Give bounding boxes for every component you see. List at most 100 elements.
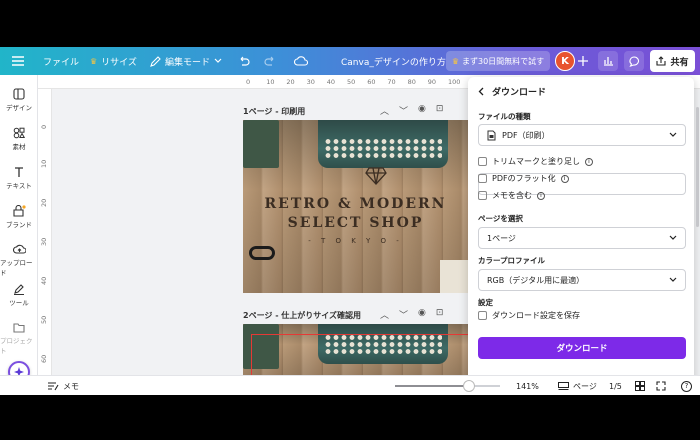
cloud-save-status[interactable] (294, 47, 308, 75)
file-type-select[interactable]: PDF（印刷） (478, 124, 686, 146)
text-icon (15, 167, 23, 177)
chevron-down-icon[interactable]: ﹀ (399, 104, 408, 117)
free-trial-button[interactable]: ♛ まず30日間無料で試す (446, 51, 550, 71)
hamburger-icon (12, 56, 24, 66)
ruler-tick-label: 0 (246, 78, 251, 86)
zoom-slider-fill (395, 385, 469, 387)
menu-button[interactable] (12, 47, 24, 75)
chevron-down-icon (214, 58, 222, 63)
zoom-slider-handle[interactable] (462, 380, 475, 392)
sidebar-item-label: プロジェクト (0, 337, 33, 355)
ruler-tick-label: 0 (40, 124, 48, 129)
page-2-label[interactable]: 2ページ - 仕上がりサイズ確認用 (243, 310, 361, 321)
ruler-tick-label: 100 (448, 78, 461, 86)
back-chevron-icon[interactable] (478, 87, 484, 96)
chevron-up-icon[interactable]: ︿ (380, 104, 389, 117)
redo-button[interactable] (264, 47, 276, 75)
pages-icon (558, 381, 569, 390)
fullscreen-button[interactable] (656, 376, 666, 395)
sidebar-item-label: 素材 (12, 143, 26, 151)
info-icon[interactable]: i (560, 174, 569, 183)
lock-icon[interactable]: ⊡ (436, 308, 444, 321)
download-button[interactable]: ダウンロード (478, 337, 686, 359)
notes-button[interactable]: メモ (48, 376, 79, 395)
ruler-tick-label: 10 (266, 78, 275, 86)
eye-icon[interactable]: ◉ (418, 308, 426, 321)
lock-icon[interactable]: ⊡ (436, 104, 444, 117)
document-title[interactable]: Canva_デザインの作り方 (341, 47, 446, 75)
checkbox[interactable] (478, 157, 487, 166)
resize-button[interactable]: ♛ リサイズ (90, 47, 137, 75)
checkbox[interactable] (478, 174, 487, 183)
ruler-tick-label: 60 (40, 354, 48, 363)
eye-icon[interactable]: ◉ (418, 104, 426, 117)
zoom-level[interactable]: 141% (516, 376, 539, 395)
help-button[interactable]: ? (681, 376, 692, 395)
option-include-notes[interactable]: メモを含む i (478, 190, 545, 201)
page-2-controls: ︿ ﹀ ◉ ⊡ (380, 308, 443, 321)
color-profile-select[interactable]: RGB（デジタル用に最適） (478, 269, 686, 291)
zoom-slider[interactable] (395, 380, 500, 392)
grid-view-button[interactable] (635, 376, 645, 395)
panel-title: ダウンロード (492, 88, 547, 98)
chevron-up-icon[interactable]: ︿ (380, 308, 389, 321)
ruler-tick-label: 50 (347, 78, 356, 86)
trim-guide-line (251, 334, 468, 335)
top-toolbar: ファイル ♛ リサイズ 編集モード Canva_デザインの作り方 ♛ まず30日… (0, 47, 700, 75)
sidebar-item-brand[interactable]: ブランド (0, 205, 38, 229)
undo-button[interactable] (238, 47, 250, 75)
chevron-down-icon[interactable]: ﹀ (399, 308, 408, 321)
page-1-label[interactable]: 1ページ - 印刷用 (243, 106, 305, 117)
file-type-heading: ファイルの種類 (478, 112, 531, 121)
page-1-canvas[interactable]: RETRO & MODERN SELECT SHOP - T O K Y O - (243, 120, 468, 293)
sidebar-item-tools[interactable]: ツール (0, 283, 38, 307)
sidebar-item-label: デザイン (6, 104, 32, 112)
option-save-settings[interactable]: ダウンロード設定を保存 (478, 310, 580, 321)
ruler-tick-label: 20 (40, 198, 48, 207)
crown-icon: ♛ (451, 56, 459, 66)
page-select[interactable]: 1ページ (478, 227, 686, 249)
checkbox[interactable] (478, 311, 487, 320)
brand-icon (12, 205, 26, 217)
sidebar-item-projects[interactable]: プロジェクト (0, 322, 38, 355)
notes-icon (48, 381, 59, 390)
color-profile-heading: カラープロファイル (478, 256, 546, 265)
option-trim-marks[interactable]: トリムマークと塗り足し i (478, 156, 593, 167)
glasses-image (249, 246, 275, 260)
avatar[interactable]: K (555, 51, 575, 71)
grid-view-icon (635, 381, 645, 391)
chevron-down-icon (669, 235, 677, 240)
file-menu[interactable]: ファイル (43, 47, 79, 75)
file-type-value: PDF（印刷） (502, 130, 550, 140)
typewriter-image (318, 324, 448, 364)
info-icon[interactable]: i (585, 157, 593, 166)
edit-mode-dropdown[interactable]: 編集モード (150, 47, 222, 75)
sidebar-item-uploads[interactable]: アップロード (0, 244, 38, 277)
sidebar-item-label: ツール (9, 299, 29, 307)
page-counter: 1/5 (609, 381, 622, 391)
checkbox[interactable] (478, 191, 487, 200)
comment-button[interactable] (624, 51, 644, 71)
insights-button[interactable] (598, 51, 618, 71)
redo-icon (264, 56, 274, 66)
option-label: PDFのフラット化 (492, 174, 556, 183)
ruler-tick-label: 20 (286, 78, 295, 86)
bottom-bar: メモ 141% ページ 1/5 ? (0, 375, 700, 395)
share-button[interactable]: 共有 (650, 50, 695, 72)
layout-icon (13, 88, 25, 100)
plus-icon (578, 56, 588, 66)
sidebar-item-text[interactable]: テキスト (0, 166, 38, 190)
option-flatten-pdf[interactable]: PDFのフラット化 i (478, 173, 569, 184)
sidebar-item-elements[interactable]: 素材 (0, 127, 38, 151)
panel-scrollbar[interactable] (696, 107, 699, 227)
trim-guide-line (251, 334, 252, 375)
cloud-upload-icon (12, 244, 26, 254)
undo-icon (240, 56, 250, 66)
page-2-canvas[interactable] (243, 324, 468, 375)
add-collaborator-button[interactable] (573, 51, 593, 71)
info-icon[interactable]: i (537, 191, 545, 200)
pages-button[interactable]: ページ (558, 376, 597, 395)
sidebar-item-design[interactable]: デザイン (0, 88, 38, 112)
panel-header: ダウンロード (478, 85, 546, 98)
book-image (243, 324, 279, 369)
